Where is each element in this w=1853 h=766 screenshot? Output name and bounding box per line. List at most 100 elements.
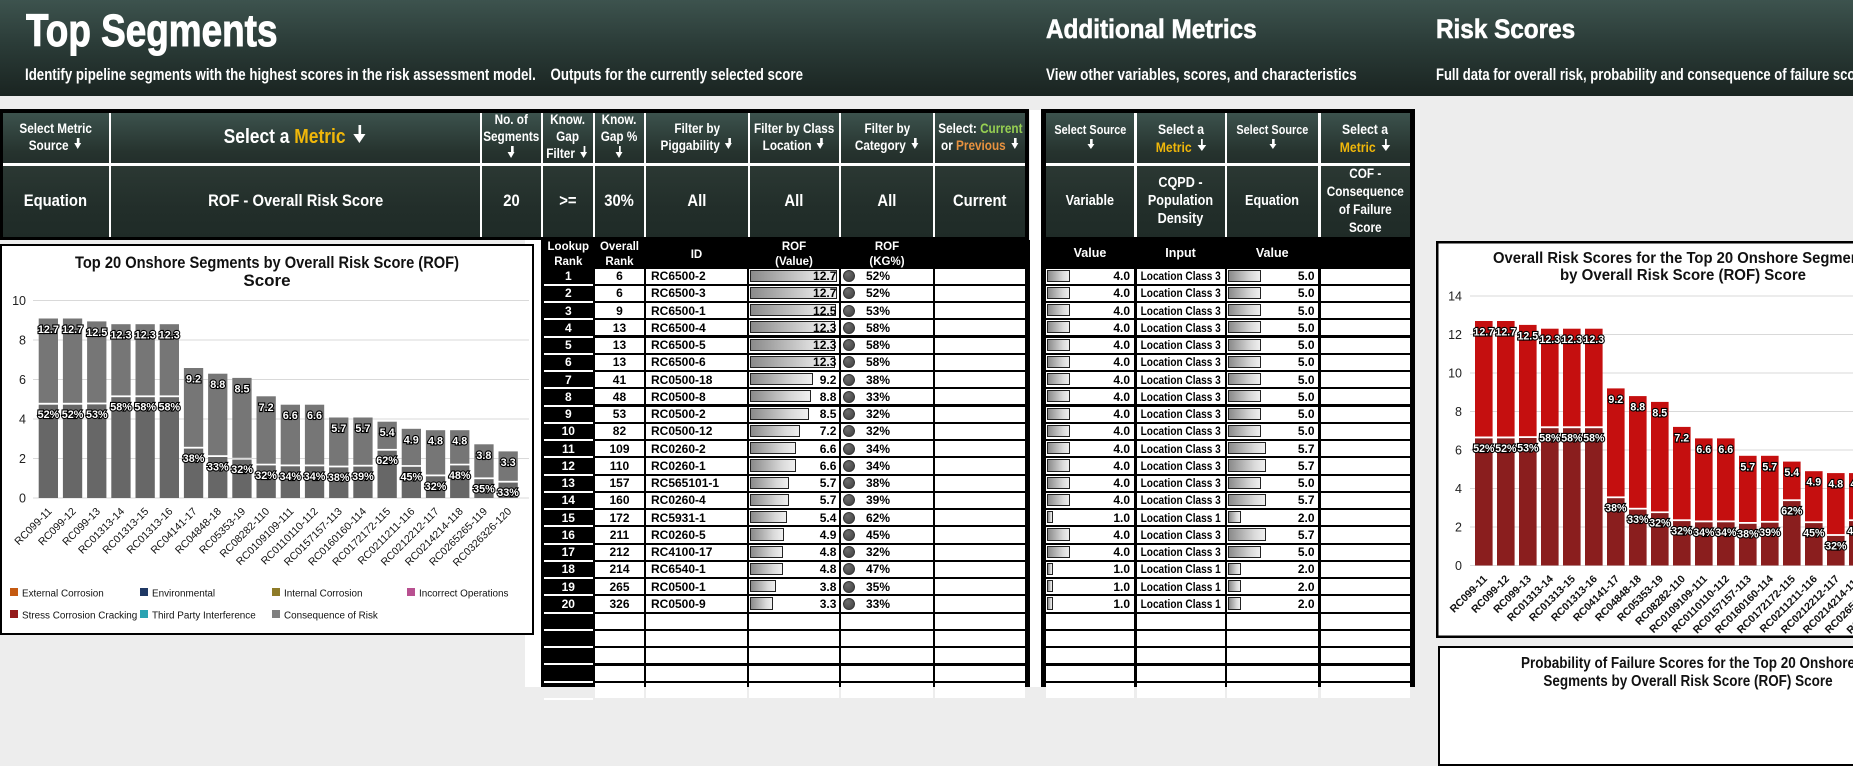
svg-text:32%: 32%	[1671, 526, 1693, 538]
svg-text:9.2: 9.2	[1608, 394, 1623, 406]
svg-text:34%: 34%	[1715, 527, 1737, 539]
svg-text:52%: 52%	[1473, 443, 1495, 455]
svg-text:12: 12	[1448, 328, 1462, 342]
svg-text:62%: 62%	[1781, 506, 1803, 518]
svg-text:Top 20 Onshore Segments by Ove: Top 20 Onshore Segments by Overall Risk …	[75, 253, 459, 272]
svg-text:34%: 34%	[304, 470, 326, 482]
svg-text:38%: 38%	[328, 471, 350, 483]
svg-text:39%: 39%	[352, 471, 374, 483]
svg-text:58%: 58%	[110, 401, 132, 413]
svg-text:34%: 34%	[279, 470, 301, 482]
svg-text:8: 8	[1455, 405, 1462, 419]
svg-text:12.3: 12.3	[1583, 334, 1604, 346]
svg-text:32%: 32%	[255, 469, 277, 481]
svg-text:Stress Corrosion Cracking: Stress Corrosion Cracking	[22, 610, 137, 621]
svg-text:53%: 53%	[1517, 443, 1539, 455]
svg-text:6.6: 6.6	[283, 410, 298, 422]
svg-text:5.7: 5.7	[355, 423, 370, 435]
svg-text:58%: 58%	[1561, 433, 1583, 445]
svg-text:9.2: 9.2	[186, 373, 201, 385]
svg-text:33%: 33%	[207, 461, 229, 473]
svg-text:58%: 58%	[134, 401, 156, 413]
svg-text:Score: Score	[243, 271, 290, 290]
svg-text:45%: 45%	[400, 471, 422, 483]
svg-text:5.4: 5.4	[380, 427, 395, 439]
svg-text:3.8: 3.8	[476, 449, 491, 461]
svg-text:0: 0	[19, 491, 26, 505]
svg-text:38%: 38%	[183, 453, 205, 465]
svg-text:Third Party Interference: Third Party Interference	[152, 610, 256, 621]
svg-text:12.5: 12.5	[86, 326, 107, 338]
svg-text:32%: 32%	[1825, 540, 1847, 552]
svg-text:12.3: 12.3	[1539, 334, 1560, 346]
svg-text:12.7: 12.7	[1495, 327, 1516, 339]
svg-text:7.2: 7.2	[259, 401, 274, 413]
svg-text:4: 4	[19, 412, 26, 426]
svg-text:10: 10	[1448, 367, 1462, 381]
svg-text:35%: 35%	[473, 483, 495, 495]
svg-text:by Overall Risk Score (ROF) Sc: by Overall Risk Score (ROF) Score	[1560, 267, 1806, 284]
svg-text:6: 6	[19, 373, 26, 387]
svg-text:5.4: 5.4	[1784, 467, 1799, 479]
svg-text:12.7: 12.7	[1473, 327, 1494, 339]
svg-text:5.7: 5.7	[1762, 461, 1777, 473]
svg-text:58%: 58%	[1539, 433, 1561, 445]
svg-text:Overall Risk Scores for the To: Overall Risk Scores for the Top 20 Onsho…	[1493, 250, 1853, 267]
svg-text:12.3: 12.3	[135, 329, 156, 341]
svg-text:6: 6	[1455, 444, 1462, 458]
svg-text:Consequence of Risk: Consequence of Risk	[284, 610, 378, 621]
svg-text:4.9: 4.9	[1806, 477, 1821, 489]
svg-text:52%: 52%	[62, 409, 84, 421]
svg-text:External Corrosion: External Corrosion	[22, 588, 104, 599]
svg-text:4.9: 4.9	[404, 434, 419, 446]
svg-text:12.3: 12.3	[1561, 334, 1582, 346]
svg-text:32%: 32%	[425, 480, 447, 492]
svg-text:10: 10	[12, 294, 26, 308]
svg-text:8.8: 8.8	[210, 379, 225, 391]
svg-text:62%: 62%	[376, 455, 398, 467]
svg-text:14: 14	[1448, 290, 1462, 304]
svg-text:38%: 38%	[1605, 503, 1627, 515]
svg-text:12.3: 12.3	[159, 329, 180, 341]
svg-text:6.6: 6.6	[307, 410, 322, 422]
svg-text:8: 8	[19, 333, 26, 347]
svg-text:58%: 58%	[1583, 433, 1605, 445]
svg-text:48%: 48%	[1847, 526, 1853, 538]
svg-text:2: 2	[19, 452, 26, 466]
svg-text:53%: 53%	[86, 408, 108, 420]
svg-text:0: 0	[1455, 559, 1462, 573]
svg-text:12.3: 12.3	[110, 329, 131, 341]
svg-text:45%: 45%	[1803, 528, 1825, 540]
svg-text:8.5: 8.5	[1652, 407, 1667, 419]
svg-text:32%: 32%	[1649, 518, 1671, 530]
svg-text:6.6: 6.6	[1696, 444, 1711, 456]
svg-text:4: 4	[1455, 482, 1462, 496]
svg-text:52%: 52%	[38, 409, 60, 421]
svg-text:5.7: 5.7	[331, 423, 346, 435]
svg-text:6.6: 6.6	[1718, 444, 1733, 456]
svg-text:7.2: 7.2	[1674, 432, 1689, 444]
svg-text:33%: 33%	[1627, 514, 1649, 526]
svg-text:Environmental: Environmental	[152, 588, 215, 599]
svg-text:8.5: 8.5	[234, 383, 249, 395]
svg-text:4.8: 4.8	[428, 435, 443, 447]
svg-text:52%: 52%	[1495, 443, 1517, 455]
svg-text:38%: 38%	[1737, 528, 1759, 540]
svg-text:39%: 39%	[1759, 527, 1781, 539]
svg-text:2: 2	[1455, 521, 1462, 535]
svg-text:58%: 58%	[158, 401, 180, 413]
svg-text:3.3: 3.3	[501, 456, 516, 468]
svg-text:4.8: 4.8	[452, 435, 467, 447]
svg-text:5.7: 5.7	[1740, 461, 1755, 473]
svg-text:12.5: 12.5	[1517, 330, 1538, 342]
svg-text:8.8: 8.8	[1630, 402, 1645, 414]
svg-text:Internal Corrosion: Internal Corrosion	[284, 588, 363, 599]
svg-text:12.7: 12.7	[38, 324, 59, 336]
svg-text:48%: 48%	[449, 469, 471, 481]
svg-text:Incorrect Operations: Incorrect Operations	[419, 588, 509, 599]
svg-text:4.8: 4.8	[1828, 479, 1843, 491]
svg-text:34%: 34%	[1693, 527, 1715, 539]
svg-text:32%: 32%	[231, 464, 253, 476]
svg-text:33%: 33%	[497, 487, 519, 499]
svg-text:12.7: 12.7	[62, 324, 83, 336]
